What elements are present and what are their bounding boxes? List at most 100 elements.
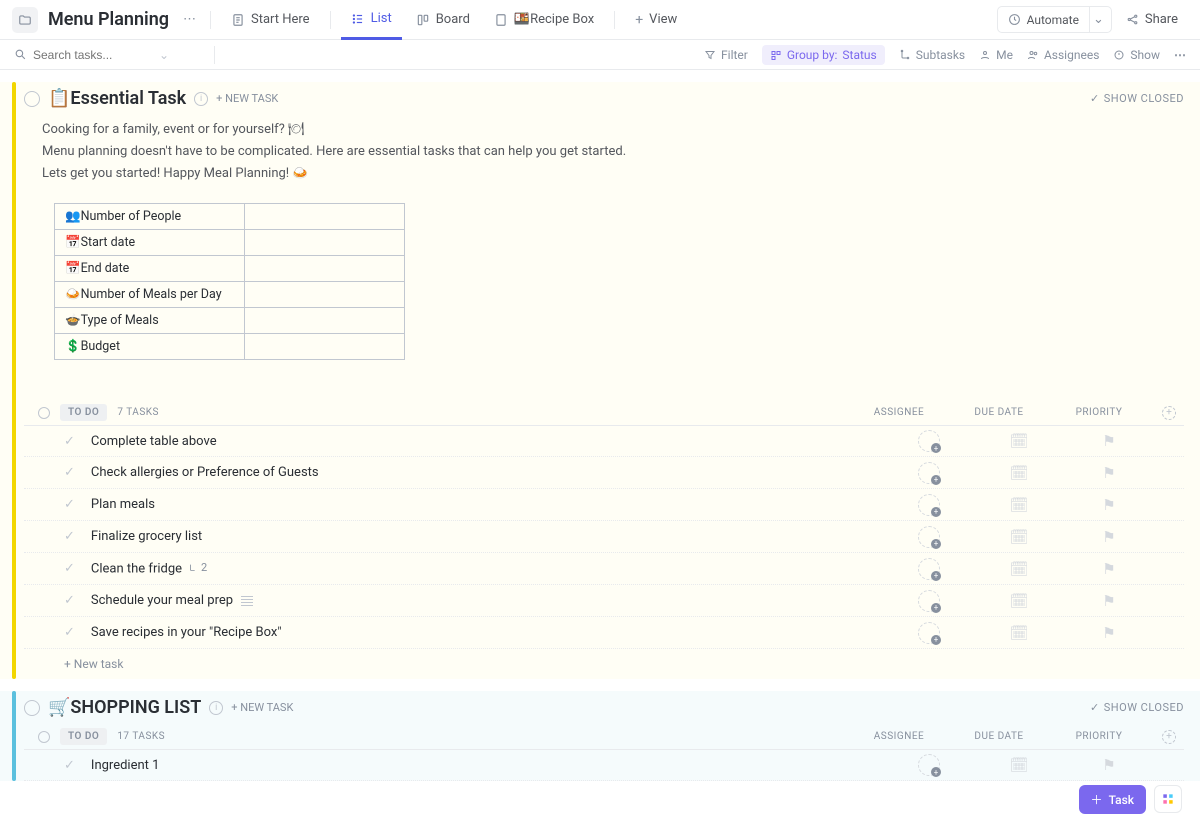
check-icon[interactable]: ✓ bbox=[64, 561, 75, 576]
priority-cell[interactable]: ⚑ bbox=[1064, 624, 1154, 642]
check-icon[interactable]: ✓ bbox=[64, 497, 75, 512]
priority-cell[interactable]: ⚑ bbox=[1064, 592, 1154, 610]
due-date-cell[interactable]: 🗓 bbox=[974, 624, 1064, 642]
due-date-cell[interactable]: 🗓 bbox=[974, 432, 1064, 450]
assignee-cell[interactable] bbox=[884, 526, 974, 548]
priority-cell[interactable]: ⚑ bbox=[1064, 560, 1154, 578]
info-icon[interactable]: i bbox=[209, 701, 223, 715]
task-row[interactable]: ✓ Check allergies or Preference of Guest… bbox=[24, 457, 1184, 489]
divider bbox=[330, 11, 331, 29]
priority-cell[interactable]: ⚑ bbox=[1064, 756, 1154, 774]
search-input[interactable] bbox=[33, 48, 153, 62]
info-icon[interactable]: i bbox=[194, 92, 208, 106]
info-value[interactable] bbox=[245, 204, 405, 230]
overflow-menu[interactable]: ⋯ bbox=[1174, 48, 1186, 62]
check-icon[interactable]: ✓ bbox=[64, 434, 75, 449]
priority-cell[interactable]: ⚑ bbox=[1064, 496, 1154, 514]
info-table[interactable]: 👥Number of People📅Start date📅End date🍛Nu… bbox=[54, 203, 405, 360]
due-date-cell[interactable]: 🗓 bbox=[974, 496, 1064, 514]
status-pill[interactable]: TO DO bbox=[60, 404, 107, 421]
subtasks-button[interactable]: Subtasks bbox=[899, 48, 965, 62]
chevron-down-icon[interactable]: ⌄ bbox=[159, 48, 169, 62]
check-icon[interactable]: ✓ bbox=[64, 758, 75, 773]
assignee-cell[interactable] bbox=[884, 754, 974, 776]
table-row[interactable]: 💲Budget bbox=[55, 334, 405, 360]
assignee-cell[interactable] bbox=[884, 462, 974, 484]
assignee-cell[interactable] bbox=[884, 622, 974, 644]
due-date-cell[interactable]: 🗓 bbox=[974, 464, 1064, 482]
new-task-fab[interactable]: ＋ Task bbox=[1079, 785, 1146, 814]
subtask-badge[interactable]: 2 bbox=[188, 561, 207, 574]
check-icon[interactable]: ✓ bbox=[64, 465, 75, 480]
section-description: Cooking for a family, event or for yours… bbox=[42, 119, 1184, 185]
collapse-circle-icon[interactable] bbox=[24, 700, 40, 716]
new-task-link[interactable]: + NEW TASK bbox=[216, 92, 278, 105]
due-date-cell[interactable]: 🗓 bbox=[974, 756, 1064, 774]
tab-board[interactable]: Board bbox=[406, 0, 480, 40]
assignees-button[interactable]: Assignees bbox=[1027, 48, 1099, 62]
task-row[interactable]: ✓ Finalize grocery list 🗓 ⚑ bbox=[24, 521, 1184, 553]
calendar-icon: 🗓 bbox=[1009, 624, 1028, 642]
calendar-icon: 🗓 bbox=[1009, 528, 1028, 546]
task-name: Finalize grocery list bbox=[91, 529, 884, 544]
table-row[interactable]: 👥Number of People bbox=[55, 204, 405, 230]
new-task-bottom[interactable]: + New task bbox=[24, 649, 1184, 679]
assignee-cell[interactable] bbox=[884, 590, 974, 612]
tab-start-here[interactable]: Start Here bbox=[221, 0, 320, 40]
due-date-cell[interactable]: 🗓 bbox=[974, 592, 1064, 610]
add-column-button[interactable]: + bbox=[1154, 730, 1184, 744]
add-view-button[interactable]: + View bbox=[625, 0, 687, 40]
table-row[interactable]: 📅Start date bbox=[55, 230, 405, 256]
status-circle-icon[interactable] bbox=[38, 731, 50, 743]
search-icon bbox=[14, 48, 27, 61]
group-by-button[interactable]: Group by: Status bbox=[762, 45, 885, 65]
tab-list[interactable]: List bbox=[341, 0, 402, 40]
check-icon[interactable]: ✓ bbox=[64, 593, 75, 608]
show-button[interactable]: Show bbox=[1113, 48, 1160, 62]
calendar-icon: 🗓 bbox=[1009, 560, 1028, 578]
info-value[interactable] bbox=[245, 256, 405, 282]
tab-recipe-box[interactable]: 🍱Recipe Box bbox=[484, 0, 604, 40]
table-row[interactable]: 🍲Type of Meals bbox=[55, 308, 405, 334]
table-row[interactable]: 🍛Number of Meals per Day bbox=[55, 282, 405, 308]
table-row[interactable]: 📅End date bbox=[55, 256, 405, 282]
status-circle-icon[interactable] bbox=[38, 407, 50, 419]
share-button[interactable]: Share bbox=[1116, 7, 1188, 32]
col-assignee-header: ASSIGNEE bbox=[854, 731, 944, 742]
folder-icon[interactable] bbox=[12, 7, 38, 33]
task-row[interactable]: ✓ Clean the fridge2 🗓 ⚑ bbox=[24, 553, 1184, 585]
priority-cell[interactable]: ⚑ bbox=[1064, 464, 1154, 482]
check-icon[interactable]: ✓ bbox=[64, 529, 75, 544]
add-column-button[interactable]: + bbox=[1154, 406, 1184, 420]
status-pill[interactable]: TO DO bbox=[60, 728, 107, 745]
show-closed-button[interactable]: ✓SHOW CLOSED bbox=[1090, 701, 1184, 714]
check-icon[interactable]: ✓ bbox=[64, 625, 75, 640]
priority-cell[interactable]: ⚑ bbox=[1064, 432, 1154, 450]
assignee-cell[interactable] bbox=[884, 494, 974, 516]
note-icon[interactable] bbox=[241, 596, 253, 606]
due-date-cell[interactable]: 🗓 bbox=[974, 560, 1064, 578]
apps-fab[interactable] bbox=[1154, 785, 1182, 813]
automate-button[interactable]: Automate bbox=[997, 6, 1090, 33]
priority-cell[interactable]: ⚑ bbox=[1064, 528, 1154, 546]
filter-button[interactable]: Filter bbox=[704, 48, 748, 62]
me-button[interactable]: Me bbox=[979, 48, 1013, 62]
due-date-cell[interactable]: 🗓 bbox=[974, 528, 1064, 546]
assignee-cell[interactable] bbox=[884, 558, 974, 580]
task-row[interactable]: ✓ Schedule your meal prep 🗓 ⚑ bbox=[24, 585, 1184, 617]
info-value[interactable] bbox=[245, 308, 405, 334]
assignee-cell[interactable] bbox=[884, 430, 974, 452]
task-row[interactable]: ✓ Complete table above 🗓 ⚑ bbox=[24, 425, 1184, 457]
more-dots-icon[interactable]: ⋯ bbox=[179, 12, 200, 27]
new-task-link[interactable]: + NEW TASK bbox=[231, 701, 293, 714]
flag-icon: ⚑ bbox=[1102, 624, 1115, 642]
task-row[interactable]: ✓ Plan meals 🗓 ⚑ bbox=[24, 489, 1184, 521]
task-row[interactable]: ✓ Save recipes in your "Recipe Box" 🗓 ⚑ bbox=[24, 617, 1184, 649]
task-row[interactable]: ✓ Ingredient 1 🗓 ⚑ bbox=[24, 749, 1184, 781]
info-value[interactable] bbox=[245, 334, 405, 360]
collapse-circle-icon[interactable] bbox=[24, 91, 40, 107]
info-value[interactable] bbox=[245, 230, 405, 256]
automate-chevron[interactable]: ⌄ bbox=[1086, 6, 1112, 33]
info-value[interactable] bbox=[245, 282, 405, 308]
show-closed-button[interactable]: ✓SHOW CLOSED bbox=[1090, 92, 1184, 105]
